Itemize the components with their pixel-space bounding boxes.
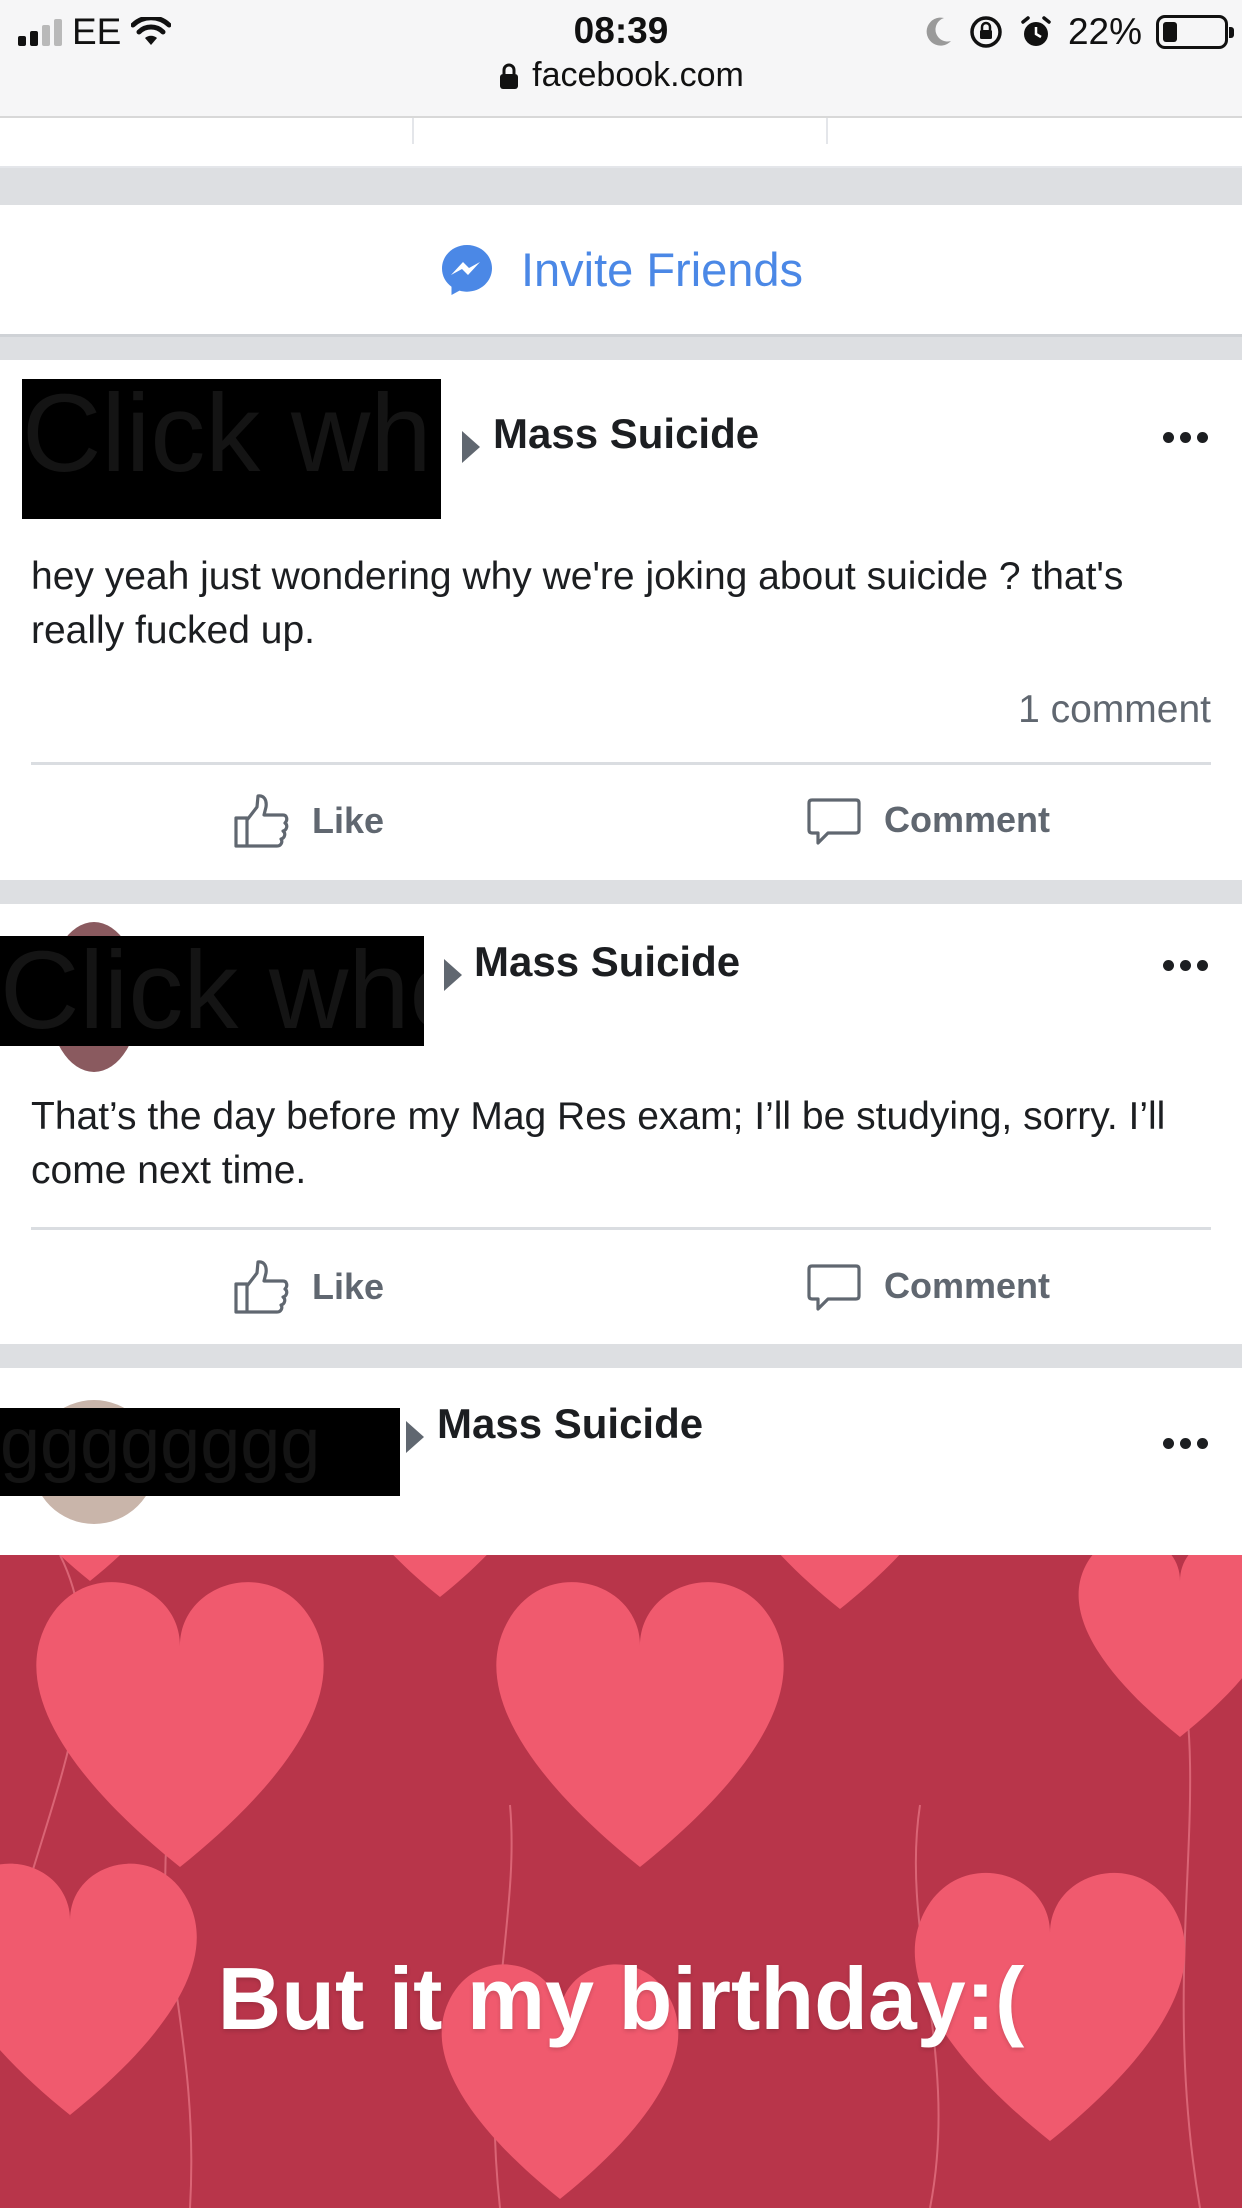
divider [31, 762, 1211, 765]
moon-icon [926, 17, 951, 46]
comment-label: Comment [884, 799, 1051, 840]
comment-label: Comment [884, 1265, 1051, 1306]
group-arrow-icon [406, 1421, 424, 1453]
like-button[interactable]: Like [232, 1258, 384, 1316]
battery-percentage: 22% [1067, 11, 1142, 52]
url-bar[interactable]: facebook.com [0, 56, 1242, 95]
comment-count-link[interactable]: 1 comment [1018, 688, 1211, 732]
top-nav-remnant [0, 118, 1242, 168]
url-domain: facebook.com [532, 56, 744, 94]
post-card: Click whe Mass Suicide That’s the day be… [0, 904, 1242, 1344]
group-arrow-icon [444, 959, 462, 991]
post-text: That’s the day before my Mag Res exam; I… [31, 1095, 1166, 1192]
rotation-lock-icon [970, 16, 1002, 48]
more-options-icon[interactable] [1163, 960, 1208, 971]
comment-button[interactable]: Comment [806, 792, 1050, 848]
redacted-author: Click whe [0, 936, 424, 1046]
comment-button[interactable]: Comment [806, 1258, 1050, 1314]
redacted-author: gggggggg [0, 1408, 400, 1496]
invite-friends-label: Invite Friends [520, 243, 804, 296]
birthday-post-text: But it my birthday:( [217, 1949, 1025, 2048]
post-text: hey yeah just wondering why we're joking… [31, 555, 1124, 652]
invite-friends-button[interactable]: Invite Friends [0, 205, 1242, 337]
comment-icon [807, 798, 861, 845]
status-right: 22% [924, 10, 1234, 54]
lock-icon [500, 63, 519, 89]
alarm-icon [1021, 16, 1051, 46]
comment-icon [807, 1264, 861, 1311]
group-name-link[interactable]: Mass Suicide [437, 1400, 703, 1448]
group-arrow-icon [462, 431, 480, 463]
like-icon [234, 794, 289, 848]
group-name-link[interactable]: Mass Suicide [474, 938, 740, 986]
like-icon [234, 1260, 289, 1314]
like-button[interactable]: Like [232, 792, 384, 850]
redacted-author: Click wh [22, 379, 441, 519]
birthday-post-background [0, 1555, 1242, 2208]
more-options-icon[interactable] [1163, 432, 1208, 443]
messenger-icon [441, 244, 492, 295]
group-name-link[interactable]: Mass Suicide [493, 410, 759, 458]
like-label: Like [312, 800, 385, 841]
heart-balloons-pattern [0, 1555, 1242, 2208]
status-bar: EE 08:39 22% facebook.com [0, 0, 1242, 118]
battery-icon [1156, 15, 1234, 49]
like-label: Like [312, 1266, 385, 1307]
post-card: Click wh Mass Suicide hey yeah just wond… [0, 360, 1242, 880]
divider [31, 1227, 1211, 1230]
post-card: gggggggg Mass Suicide [0, 1368, 1242, 1556]
more-options-icon[interactable] [1163, 1438, 1208, 1449]
